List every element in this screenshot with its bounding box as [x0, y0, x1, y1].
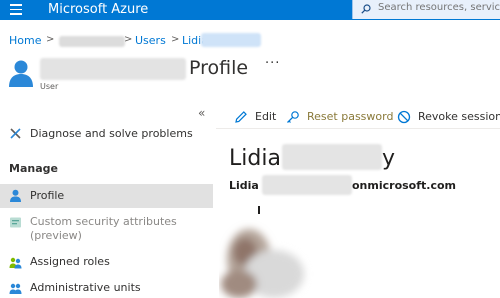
redacted-name [282, 144, 382, 170]
page-title: Profile [189, 57, 249, 79]
collapse-sidebar-button[interactable]: « [198, 106, 205, 120]
sidebar-item-diagnose[interactable]: Diagnose and solve problems [0, 124, 213, 146]
top-bar: Microsoft Azure [0, 0, 500, 20]
block-icon [397, 110, 411, 124]
sidebar-item-label: Assigned roles [30, 255, 110, 268]
toolbar-divider [216, 128, 500, 129]
redacted-username [201, 33, 261, 47]
name-start: Lidia [229, 146, 281, 171]
redacted-display-name [40, 58, 186, 80]
global-search[interactable] [352, 0, 500, 19]
sidebar-item-assigned-roles[interactable]: Assigned roles [0, 252, 213, 274]
avatar-edge [258, 206, 260, 214]
user-display-name: Lidia [229, 146, 281, 171]
brand-title[interactable]: Microsoft Azure [48, 2, 148, 17]
section-header-manage: Manage [9, 162, 58, 175]
hamburger-menu-icon[interactable] [10, 4, 22, 15]
wrench-icon [10, 128, 21, 139]
reset-password-label: Reset password [307, 110, 394, 123]
email-start: Lidia [229, 179, 259, 192]
key-icon [287, 111, 299, 123]
page-subtitle: User [40, 82, 59, 91]
sidebar-item-label: Profile [30, 189, 65, 202]
revoke-sessions-label: Revoke sessions [418, 110, 500, 123]
breadcrumb-separator: > [46, 34, 55, 45]
breadcrumb-users[interactable]: Users [135, 34, 166, 47]
redacted-email [262, 175, 352, 195]
pencil-icon [235, 111, 247, 123]
sidebar-item-administrative-units[interactable]: Administrative units [0, 278, 213, 298]
user-icon [9, 60, 33, 87]
search-input[interactable] [378, 2, 500, 13]
breadcrumb-separator: > [124, 34, 133, 45]
roles-icon [9, 257, 22, 269]
breadcrumb-home[interactable]: Home [9, 34, 41, 47]
sidebar-item-profile[interactable]: Profile [0, 184, 213, 208]
security-attributes-icon [10, 217, 21, 228]
sidebar-item-label: Diagnose and solve problems [30, 127, 193, 140]
name-end: y [382, 146, 396, 171]
redacted-breadcrumb [59, 36, 125, 47]
email-end: onmicrosoft.com [352, 179, 456, 192]
more-options-button[interactable]: ··· [265, 56, 280, 71]
admin-units-icon [9, 283, 22, 294]
search-icon [361, 4, 371, 14]
sidebar-item-custom-security-attributes[interactable]: Custom security attributes (preview) [0, 212, 213, 246]
sidebar-item-label: Administrative units [30, 281, 141, 294]
breadcrumb-separator: > [171, 34, 180, 45]
user-icon [10, 189, 21, 202]
user-principal-name: Lidia [229, 179, 259, 192]
edit-button-label: Edit [255, 110, 277, 123]
sidebar-item-label-suffix: (preview) [30, 229, 82, 242]
profile-photo-avatar[interactable] [219, 214, 329, 298]
sidebar-item-label: Custom security attributes [30, 215, 177, 228]
